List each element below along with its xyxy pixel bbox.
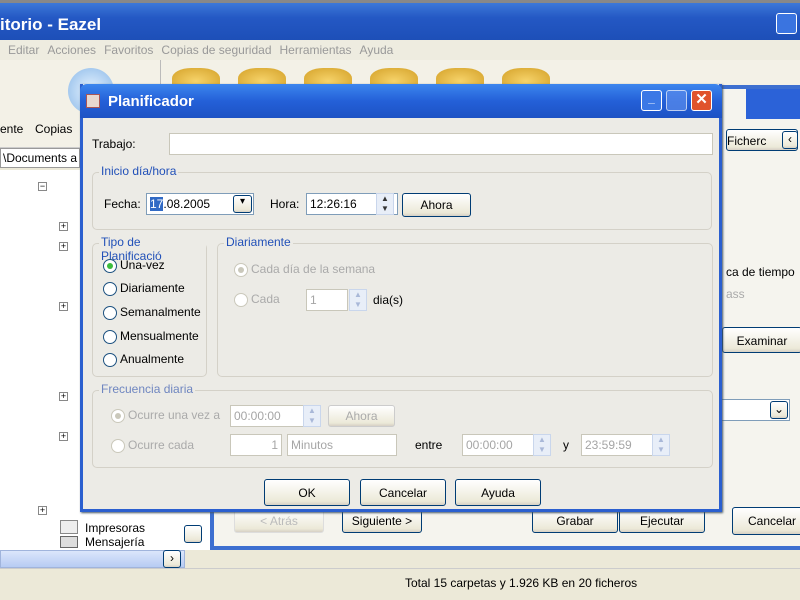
trabajo-label: Trabajo:: [92, 137, 136, 151]
entre-label: entre: [415, 438, 443, 452]
ejecutar-button[interactable]: Ejecutar: [619, 509, 705, 533]
messaging-folder-icon: [60, 536, 78, 548]
menu-copias[interactable]: Copias de seguridad: [161, 43, 271, 57]
dialog-title: Planificador: [108, 93, 194, 110]
ok-button[interactable]: OK: [264, 479, 350, 506]
diariamente-group: Diariamente Cada día de la semana Cada 1…: [217, 235, 713, 377]
minimize-button[interactable]: _: [641, 90, 662, 111]
hora-spinner[interactable]: ▲ ▼: [376, 193, 394, 215]
status-text: Total 15 carpetas y 1.926 KB en 20 fiche…: [405, 576, 638, 590]
hasta-field[interactable]: 23:59:59: [581, 434, 653, 456]
minimize-button[interactable]: [776, 13, 797, 34]
fecha-rest: .08.2005: [163, 197, 211, 211]
frecuencia-legend: Frecuencia diaria: [99, 382, 196, 396]
chevron-down-icon[interactable]: [184, 525, 202, 543]
ayuda-button[interactable]: Ayuda: [455, 479, 541, 506]
siguiente-button[interactable]: Siguiente >: [342, 509, 422, 533]
radio-diariamente[interactable]: Diariamente: [103, 281, 185, 296]
menu-bar: Editar Acciones Favoritos Copias de segurid…: [0, 40, 800, 60]
menu-herramientas[interactable]: Herramientas: [280, 43, 352, 57]
expand-icon[interactable]: +: [59, 392, 68, 401]
radio-cada-dia[interactable]: Cada día de la semana: [234, 262, 375, 277]
cancelar-wizard-button[interactable]: Cancelar: [732, 507, 800, 535]
inicio-legend: Inicio día/hora: [99, 164, 179, 178]
close-button[interactable]: ✕: [691, 90, 712, 111]
radio-mensualmente[interactable]: Mensualmente: [103, 329, 199, 344]
desde-spinner[interactable]: ▲ ▼: [533, 434, 551, 456]
maximize-button[interactable]: [666, 90, 687, 111]
cada-dias-field[interactable]: 1: [306, 289, 348, 311]
menu-editar[interactable]: Editar: [8, 43, 39, 57]
hint-label: ass: [726, 287, 745, 301]
dias-label: dia(s): [373, 293, 404, 307]
dialog-title-bar: Planificador _ ✕: [80, 84, 722, 118]
radio-ocurre-una-vez[interactable]: Ocurre una vez a: [111, 408, 229, 423]
ahora-button[interactable]: Ahora: [402, 193, 471, 217]
tree-item-mensajeria[interactable]: Mensajería: [85, 535, 144, 549]
expand-icon[interactable]: +: [38, 506, 47, 515]
radio-semanalmente[interactable]: Semanalmente: [103, 305, 201, 320]
desde-field[interactable]: 00:00:00: [462, 434, 534, 456]
expand-icon[interactable]: +: [59, 222, 68, 231]
collapse-icon[interactable]: −: [38, 182, 47, 191]
address-bar[interactable]: \Documents a: [0, 148, 80, 168]
unidad-select[interactable]: Minutos: [287, 434, 397, 456]
chevron-down-icon[interactable]: ▾: [233, 195, 252, 213]
examinar-button[interactable]: Examinar: [722, 327, 800, 353]
chevron-down-icon[interactable]: ⌄: [770, 401, 788, 419]
app-title-bar: itorio - Eazel: [0, 0, 800, 40]
printer-folder-icon: [60, 520, 78, 534]
cada-spinner[interactable]: ▲ ▼: [349, 289, 367, 311]
menu-acciones[interactable]: Acciones: [47, 43, 96, 57]
menu-favoritos[interactable]: Favoritos: [104, 43, 153, 57]
expand-icon[interactable]: +: [59, 432, 68, 441]
diariamente-legend: Diariamente: [224, 235, 293, 249]
radio-cada[interactable]: Cada: [234, 292, 280, 307]
hasta-spinner[interactable]: ▲ ▼: [652, 434, 670, 456]
status-bar: Total 15 carpetas y 1.926 KB en 20 fiche…: [0, 568, 800, 598]
horizontal-scrollbar[interactable]: [0, 550, 185, 568]
expand-icon[interactable]: +: [59, 242, 68, 251]
ocurre-hora-field[interactable]: 00:00:00: [230, 405, 304, 427]
frecuencia-group: Frecuencia diaria Ocurre una vez a 00:00…: [92, 382, 713, 468]
radio-ocurre-cada[interactable]: Ocurre cada: [111, 438, 194, 453]
fecha-day-selected: 17: [150, 197, 164, 211]
toolbar-copias-button[interactable]: Copias: [35, 122, 72, 136]
ahora-disabled-button[interactable]: Ahora: [328, 405, 395, 427]
ocurre-hora-spinner[interactable]: ▲ ▼: [303, 405, 321, 427]
radio-una-vez[interactable]: Una-vez: [103, 258, 165, 273]
scheduler-icon: [86, 94, 100, 108]
trabajo-combobox[interactable]: [169, 133, 713, 155]
tipo-group: Tipo de Planificació Una-vez Diariamente…: [92, 235, 207, 377]
tree-item-impresoras[interactable]: Impresoras: [85, 521, 145, 535]
inicio-group: Inicio día/hora Fecha: 17.08.2005 ▾ Hora…: [92, 164, 712, 230]
ocurre-cada-field[interactable]: 1: [230, 434, 282, 456]
app-title: itorio - Eazel: [0, 15, 102, 34]
hora-label: Hora:: [270, 197, 300, 211]
tab-scroll-left[interactable]: ‹: [782, 131, 798, 149]
y-label: y: [563, 438, 569, 452]
toolbar-cliente-button[interactable]: ente: [0, 122, 23, 136]
menu-ayuda[interactable]: Ayuda: [360, 43, 394, 57]
grabar-button[interactable]: Grabar: [532, 509, 618, 533]
expand-icon[interactable]: +: [59, 302, 68, 311]
scroll-right-button[interactable]: ›: [163, 550, 181, 568]
cancelar-button[interactable]: Cancelar: [360, 479, 446, 506]
atras-button[interactable]: < Atrás: [234, 509, 324, 533]
planificador-dialog: Planificador _ ✕ Trabajo: Inicio día/hor…: [80, 84, 722, 512]
timestamp-label: ca de tiempo: [726, 265, 795, 279]
fecha-label: Fecha:: [104, 197, 141, 211]
radio-anualmente[interactable]: Anualmente: [103, 352, 184, 367]
